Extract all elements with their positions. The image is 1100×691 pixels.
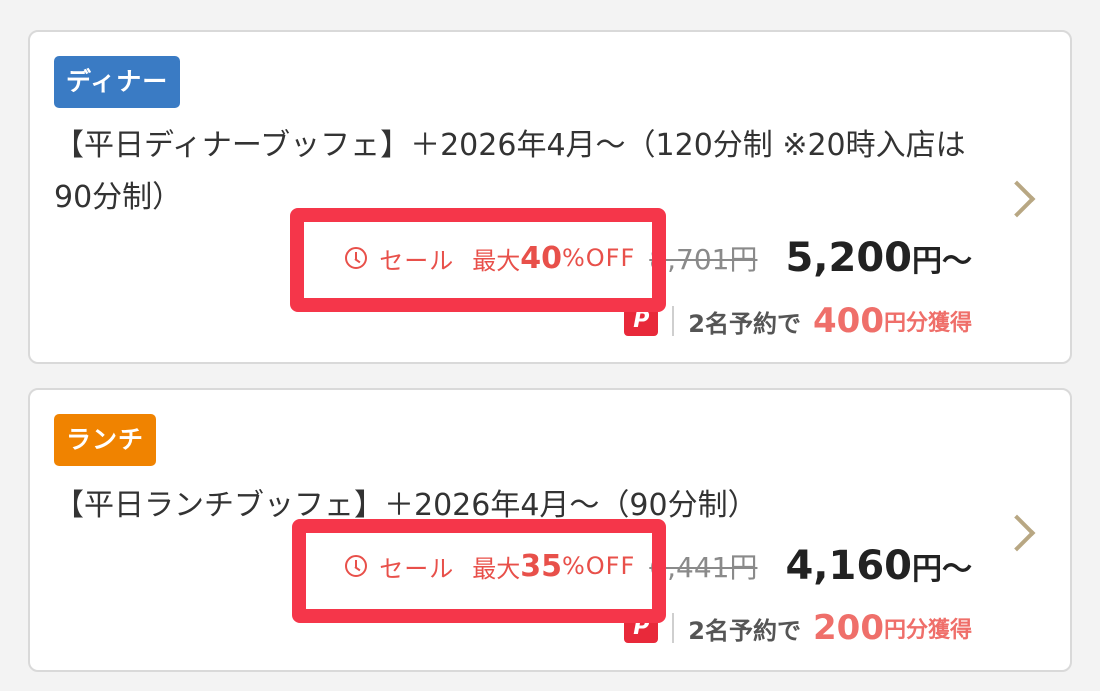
category-badge: ディナー	[54, 56, 181, 108]
points-label: 2名予約で	[688, 309, 801, 338]
divider	[672, 306, 675, 336]
original-price: 6,441円	[649, 551, 758, 584]
original-price: 8,701円	[649, 243, 758, 276]
sale-percent: 40	[520, 240, 562, 276]
sale-off-text: %OFF	[561, 244, 636, 272]
sale-percent: 35	[520, 548, 562, 584]
price-row: セール 最大 40 %OFF 8,701円 5,200 円～	[345, 228, 972, 288]
sale-label: セール 最大 40 %OFF	[345, 241, 635, 276]
price-suffix: 円～	[912, 552, 972, 587]
price-suffix: 円～	[912, 244, 972, 279]
price-row: セール 最大 35 %OFF 6,441円 4,160 円～	[345, 536, 972, 596]
clock-icon	[345, 555, 368, 577]
plan-card-lunch[interactable]: ランチ 【平日ランチブッフェ】＋2026年4月～（90分制） セール 最大 35…	[28, 388, 1072, 672]
paypay-icon: P	[624, 613, 659, 643]
plan-title[interactable]: 【平日ランチブッフェ】＋2026年4月～（90分制）	[54, 480, 984, 532]
sale-price: 5,200	[785, 235, 912, 281]
points-label: 2名予約で	[688, 616, 801, 645]
chevron-right-icon[interactable]	[998, 180, 1036, 218]
plan-title[interactable]: 【平日ディナーブッフェ】＋2026年4月～（120分制 ※20時入店は90分制）	[54, 120, 984, 224]
clock-icon	[345, 247, 368, 269]
points-value: 400	[813, 301, 884, 341]
points-unit: 円分獲得	[883, 311, 972, 336]
chevron-right-icon[interactable]	[998, 514, 1036, 552]
sale-label: セール 最大 35 %OFF	[345, 549, 635, 584]
sale-max-text: 最大	[472, 246, 521, 275]
sale-price: 4,160	[785, 543, 912, 589]
category-badge: ランチ	[54, 414, 157, 466]
sale-text: セール	[379, 246, 455, 275]
points-row: P 2名予約で 200 円分獲得	[624, 605, 972, 651]
divider	[672, 613, 675, 643]
paypay-icon: P	[624, 306, 659, 336]
points-row: P 2名予約で 400 円分獲得	[624, 298, 972, 344]
sale-max-text: 最大	[472, 554, 521, 583]
sale-text: セール	[379, 554, 455, 583]
plan-card-dinner[interactable]: ディナー 【平日ディナーブッフェ】＋2026年4月～（120分制 ※20時入店は…	[28, 30, 1072, 364]
points-unit: 円分獲得	[883, 618, 972, 643]
sale-off-text: %OFF	[561, 552, 636, 580]
points-value: 200	[813, 608, 884, 648]
